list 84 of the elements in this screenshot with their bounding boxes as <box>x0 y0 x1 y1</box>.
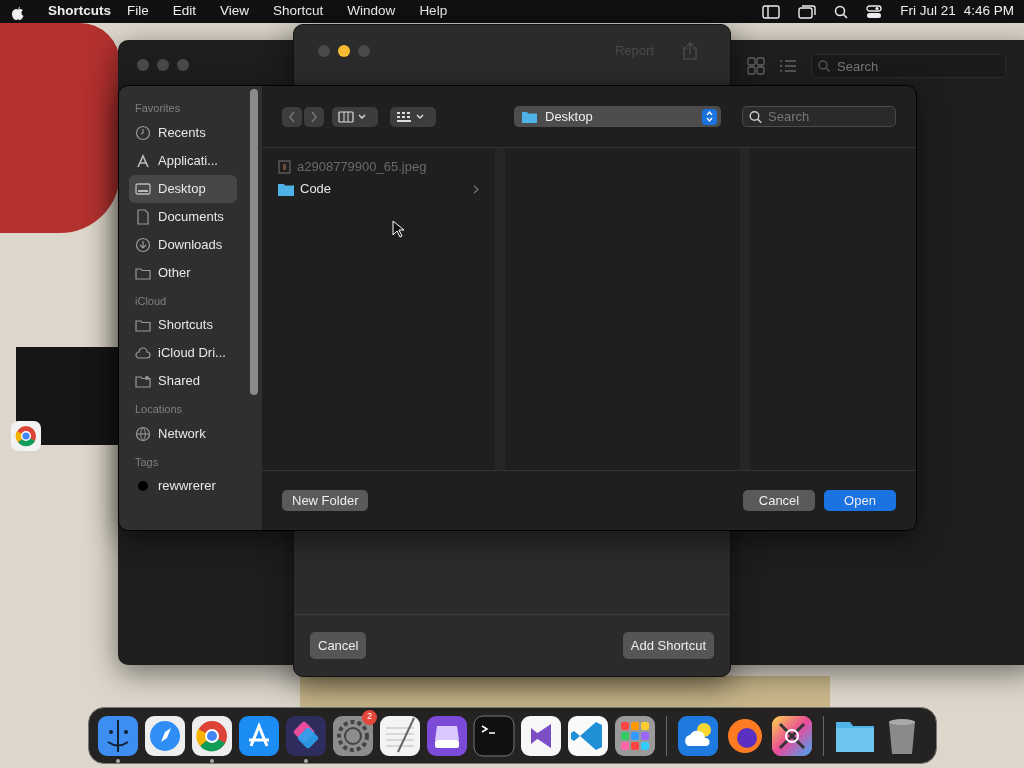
windows-icon[interactable] <box>798 4 817 19</box>
back-button[interactable] <box>282 106 302 127</box>
sidebar-heading: Tags <box>134 454 160 470</box>
layers-icon[interactable] <box>284 713 328 758</box>
menu-bar-time[interactable]: 4:46 PM <box>963 1 1014 22</box>
search-field[interactable]: Search <box>742 106 896 127</box>
scrollbar[interactable] <box>250 89 258 395</box>
menu-item[interactable]: Window <box>347 1 396 22</box>
chevron-right-icon <box>310 110 318 123</box>
window-control[interactable] <box>338 45 350 57</box>
forward-button[interactable] <box>304 106 324 127</box>
sidebar-item[interactable]: Applicati... <box>129 146 237 175</box>
round-app-icon[interactable] <box>11 421 41 451</box>
up-down-icon <box>706 111 713 122</box>
search-icon <box>749 110 762 123</box>
search-icon[interactable] <box>834 4 849 19</box>
app-grid-icon[interactable] <box>613 713 657 758</box>
sidebar-item[interactable]: Desktop <box>129 174 237 203</box>
dialog-button[interactable]: Open <box>824 490 896 511</box>
window-thumbnail[interactable] <box>16 347 118 445</box>
menu-bar-date[interactable]: Fri Jul 21 <box>900 1 956 22</box>
notification-badge: 2 <box>362 709 377 725</box>
columns-icon <box>338 110 354 123</box>
ring-icon[interactable] <box>190 713 234 758</box>
wrench-icon[interactable] <box>770 713 814 758</box>
sidebar-item[interactable]: Network <box>129 419 237 448</box>
sheet-button[interactable]: Add Shortcut <box>622 632 714 659</box>
shared-folder-icon <box>135 373 151 389</box>
monitor-icon <box>135 180 151 197</box>
cloud-icon <box>135 345 151 361</box>
grid-view-icon[interactable] <box>747 57 765 75</box>
sidebar-item[interactable]: Recents <box>129 118 237 147</box>
sidebar-icon[interactable] <box>762 4 781 19</box>
sidebar-item[interactable]: iCloud Dri... <box>129 339 237 367</box>
location-popup[interactable]: Desktop <box>514 106 721 127</box>
menu-item[interactable]: View <box>220 1 250 22</box>
clock-icon <box>135 124 151 141</box>
menu-item[interactable]: Shortcut <box>273 1 324 22</box>
folder-icon <box>135 317 151 333</box>
sidebar-item[interactable]: rewwrerer <box>129 472 237 500</box>
image-file-icon <box>278 160 291 174</box>
sheet-button[interactable]: Cancel <box>310 632 367 659</box>
document-icon <box>135 208 151 225</box>
caret-icon <box>358 113 366 120</box>
sidebar-heading: iCloud <box>134 293 168 309</box>
sidebar-item[interactable]: Other <box>129 258 237 287</box>
chevron-left-icon <box>288 110 296 123</box>
file-row[interactable]: Code <box>262 178 495 200</box>
sidebar-item[interactable]: Shortcuts <box>129 311 237 339</box>
view-mode-button[interactable] <box>332 106 378 127</box>
dialog-button[interactable]: Cancel <box>743 490 815 511</box>
face-icon[interactable] <box>96 713 140 758</box>
sidebar-item[interactable]: Documents <box>129 202 237 231</box>
caret-icon <box>416 113 424 120</box>
terminal-icon[interactable] <box>472 713 516 758</box>
toggles-icon[interactable] <box>866 4 883 19</box>
menu-item[interactable]: File <box>127 1 149 22</box>
gear-icon[interactable] <box>331 713 375 758</box>
notepad-icon[interactable] <box>378 713 422 758</box>
tray-icon[interactable] <box>425 713 469 758</box>
sidebar-item[interactable]: Downloads <box>129 230 237 259</box>
sidebar-heading: Locations <box>134 402 184 417</box>
search-icon <box>818 60 830 72</box>
letter-a-icon[interactable] <box>237 713 281 758</box>
group-button[interactable] <box>390 106 436 127</box>
chevron-logo-icon[interactable] <box>566 713 610 758</box>
sidebar-heading: Favorites <box>134 101 182 116</box>
search-field[interactable]: Search <box>811 54 1006 78</box>
folder-icon <box>278 182 294 196</box>
compass-icon[interactable] <box>143 713 187 758</box>
ribbon-icon[interactable] <box>519 713 563 758</box>
dots-grid-icon <box>396 110 412 123</box>
chevron-right-icon <box>473 184 479 194</box>
sun-cloud-icon[interactable] <box>676 713 720 758</box>
menu-item[interactable]: Edit <box>172 1 197 22</box>
folder-icon <box>522 110 537 123</box>
app-menu[interactable]: Shortcuts <box>48 1 111 22</box>
menu-item[interactable]: Help <box>419 1 448 22</box>
download-icon <box>135 236 151 253</box>
sidebar-item[interactable]: Shared <box>129 367 237 395</box>
pointer-cursor-icon <box>392 220 404 238</box>
dialog-button[interactable]: New Folder <box>282 490 369 511</box>
letter-a-icon <box>135 152 151 169</box>
globe-icon <box>135 425 151 442</box>
